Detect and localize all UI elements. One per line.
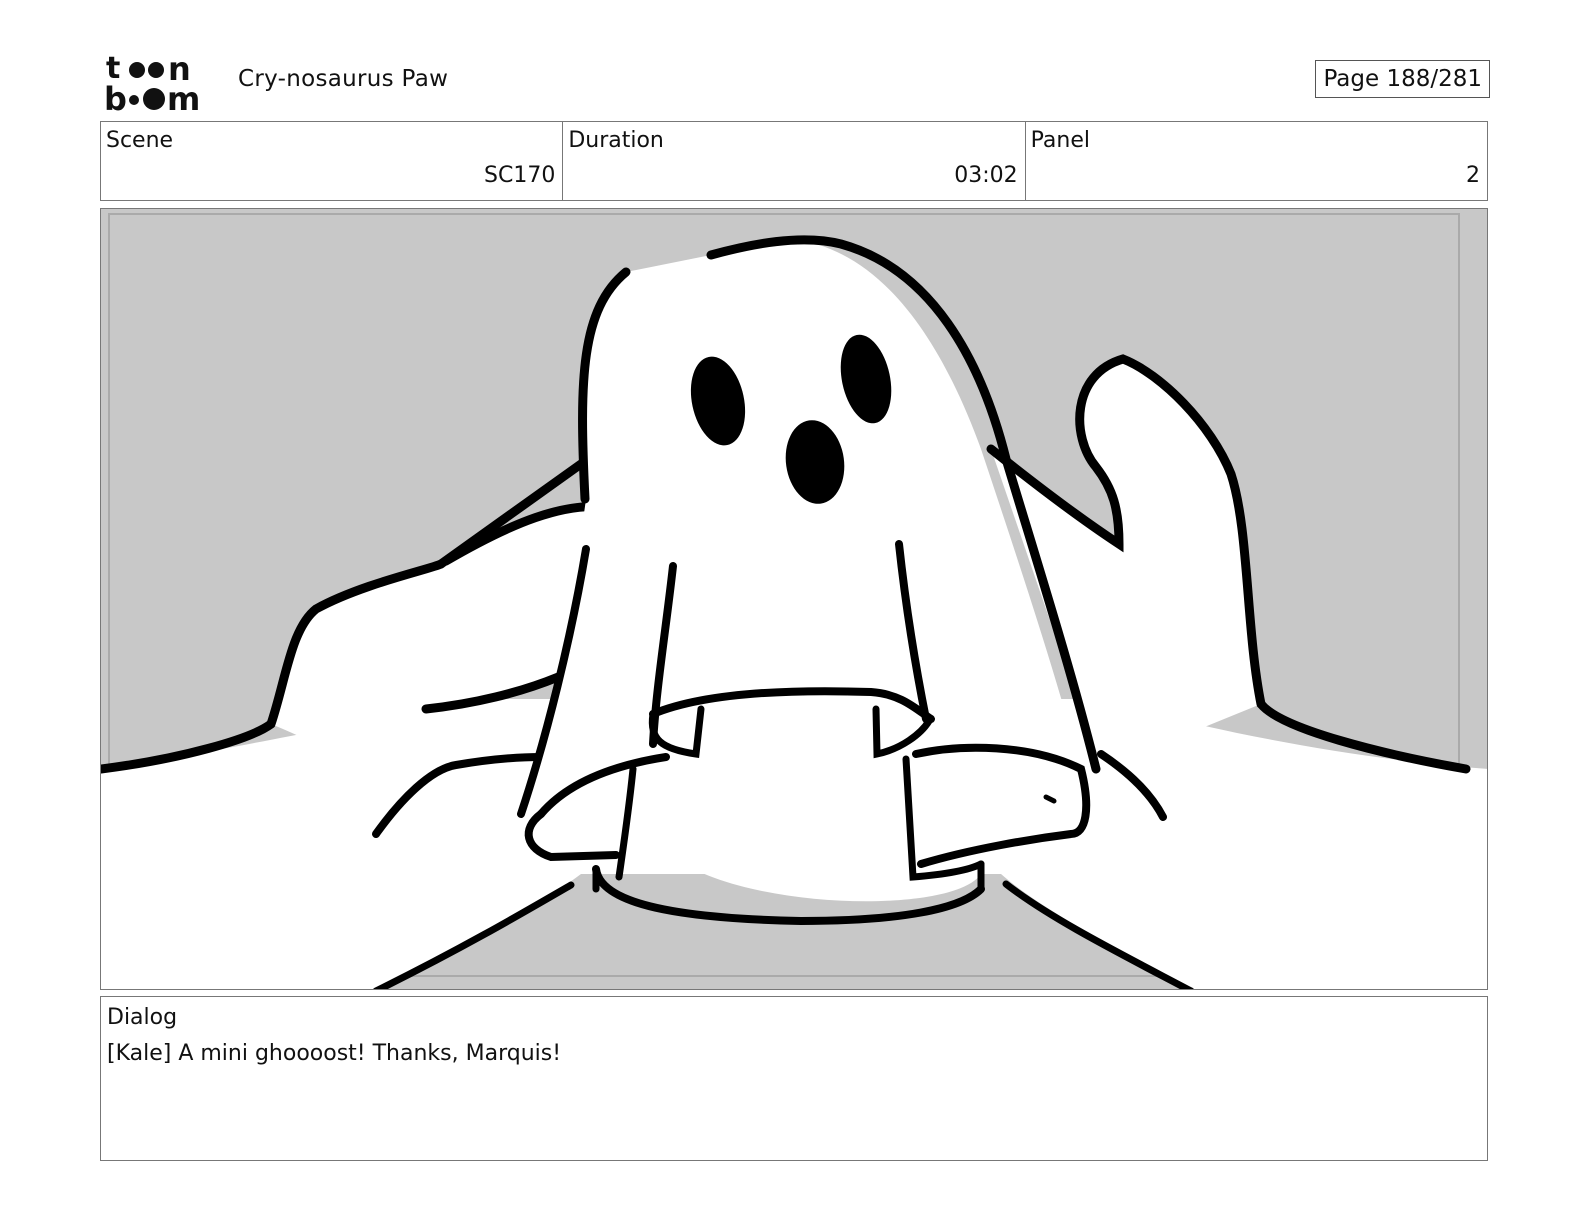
page-indicator: Page 188/281 (1315, 60, 1490, 98)
duration-cell: Duration 03:02 (563, 122, 1026, 200)
duration-label: Duration (568, 128, 664, 153)
panel-label: Panel (1030, 128, 1091, 153)
dialog-label: Dialog (107, 1005, 178, 1030)
dialog-text: [Kale] A mini ghoooost! Thanks, Marquis! (107, 1041, 562, 1066)
scene-cell: Scene SC170 (101, 122, 564, 200)
svg-text:m: m (167, 80, 200, 112)
panel-value: 2 (1465, 163, 1480, 188)
storyboard-panel-image (100, 208, 1488, 990)
toonboom-logo: t n b m (104, 52, 200, 112)
panel-info-row: Scene SC170 Duration 03:02 Panel 2 (100, 121, 1488, 201)
project-title: Cry-nosaurus Paw (238, 66, 449, 92)
panel-cell: Panel 2 (1026, 122, 1487, 200)
scene-label: Scene (106, 128, 174, 153)
svg-text:b: b (104, 80, 127, 112)
scene-value: SC170 (484, 163, 556, 188)
dialog-box: Dialog [Kale] A mini ghoooost! Thanks, M… (100, 996, 1488, 1161)
ghost-drawing (101, 209, 1487, 989)
duration-value: 03:02 (954, 163, 1018, 188)
storyboard-header: t n b m Cry-nosaurus Paw Page 188/281 (100, 48, 1490, 114)
